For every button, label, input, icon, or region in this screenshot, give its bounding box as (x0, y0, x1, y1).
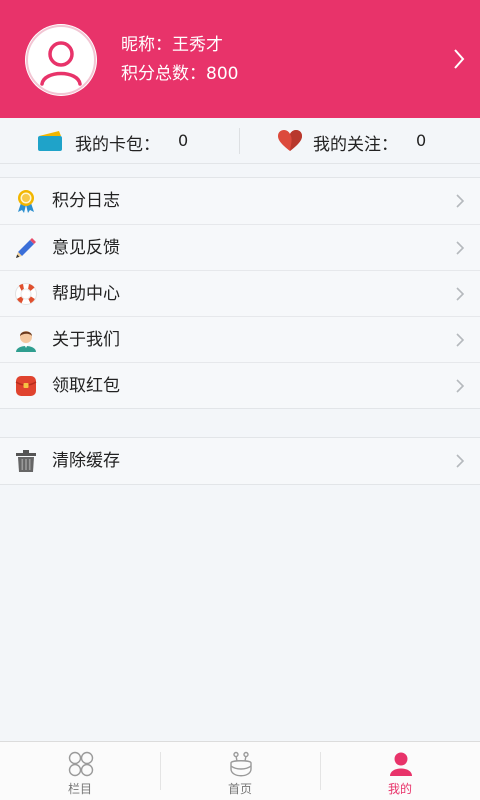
chevron-right-icon (456, 379, 465, 393)
lifebuoy-icon (15, 283, 37, 305)
menu-item-label: 领取红包 (52, 376, 120, 396)
menu-item-red-envelope[interactable]: 领取红包 (0, 362, 480, 408)
tab-label: 我的 (387, 782, 412, 796)
nickname-text: 昵称：王秀才 (121, 35, 223, 55)
tab-label: 首页 (227, 782, 252, 796)
menu-item-help-center[interactable]: 帮助中心 (0, 270, 480, 316)
tab-label: 栏目 (67, 782, 92, 796)
card-wallet-count: 0 (178, 131, 189, 150)
chevron-right-icon (456, 454, 465, 468)
card-wallet-label: 我的卡包： (75, 135, 160, 155)
trash-icon (16, 450, 36, 472)
wallet-icon (38, 131, 62, 151)
menu-item-label: 帮助中心 (52, 284, 120, 304)
medal-icon (18, 190, 34, 213)
cache-menu-list: 清除缓存 (0, 437, 480, 485)
menu-list: 积分日志 意见反馈 帮助中心 关于我们 领取红包 (0, 177, 480, 409)
follow-label: 我的关注： (313, 135, 398, 155)
chevron-right-icon (456, 194, 465, 208)
chevron-right-icon (456, 333, 465, 347)
avatar[interactable] (25, 24, 97, 96)
bottom-tab-bar: 栏目 首页 我的 (0, 741, 480, 800)
stats-bar: 我的卡包： 0 我的关注： 0 (0, 118, 480, 164)
menu-item-label: 积分日志 (52, 191, 120, 211)
menu-item-clear-cache[interactable]: 清除缓存 (0, 438, 480, 484)
menu-item-about-us[interactable]: 关于我们 (0, 316, 480, 362)
menu-item-label: 清除缓存 (52, 451, 120, 471)
menu-item-feedback[interactable]: 意见反馈 (0, 224, 480, 270)
chevron-right-icon (456, 241, 465, 255)
chevron-right-icon[interactable] (452, 47, 466, 71)
chevron-right-icon (456, 287, 465, 301)
card-wallet-stat[interactable]: 我的卡包： 0 (0, 118, 239, 164)
grid-circles-icon (68, 751, 94, 777)
person-icon (16, 331, 36, 352)
user-icon (390, 752, 412, 776)
menu-item-label: 意见反馈 (52, 238, 120, 258)
menu-item-points-log[interactable]: 积分日志 (0, 178, 480, 224)
avatar-user-icon (26, 25, 96, 95)
robot-icon (230, 751, 252, 777)
red-envelope-icon (15, 376, 37, 396)
tab-mine[interactable]: 我的 (320, 742, 480, 800)
follow-stat[interactable]: 我的关注： 0 (240, 118, 480, 164)
tab-home[interactable]: 首页 (160, 742, 320, 800)
profile-header[interactable]: 昵称：王秀才 积分总数：800 (0, 0, 480, 118)
pencil-icon (16, 238, 36, 258)
menu-item-label: 关于我们 (52, 330, 120, 350)
heart-icon (278, 130, 302, 151)
points-total-text: 积分总数：800 (121, 64, 239, 84)
tab-columns[interactable]: 栏目 (0, 742, 160, 800)
follow-count: 0 (416, 131, 427, 150)
